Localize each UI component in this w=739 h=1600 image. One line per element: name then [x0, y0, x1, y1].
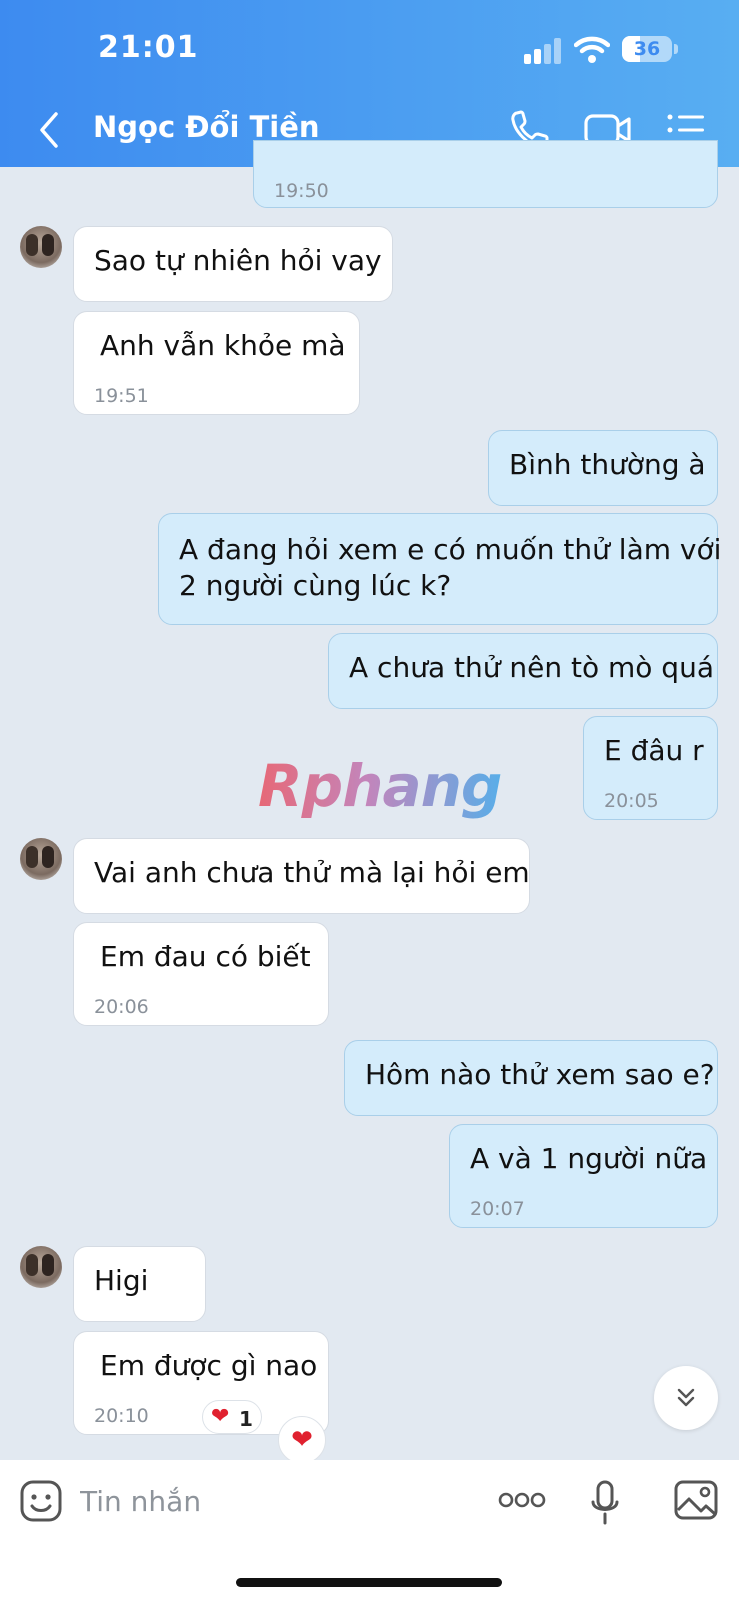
- message-text: Em đau có biết: [100, 940, 311, 973]
- message-time: 19:50: [274, 180, 329, 202]
- message-text: Anh vẫn khỏe mà: [100, 329, 346, 362]
- message-input[interactable]: [80, 1476, 460, 1526]
- message-composer: [0, 1460, 739, 1600]
- battery-indicator: 36: [622, 36, 672, 62]
- reaction-summary[interactable]: ❤ 1: [202, 1400, 262, 1434]
- message-bubble-outgoing[interactable]: Hôm nào thử xem sao e?: [344, 1040, 718, 1116]
- cellular-signal-icon: [524, 38, 561, 64]
- message-text: Higi: [94, 1264, 149, 1297]
- message-text: A chưa thử nên tò mò quá: [349, 651, 714, 684]
- microphone-icon[interactable]: [590, 1480, 620, 1526]
- sticker-icon[interactable]: [20, 1480, 62, 1522]
- message-text: A và 1 người nữa: [470, 1142, 708, 1175]
- battery-tip: [674, 44, 678, 54]
- heart-icon: ❤: [211, 1404, 230, 1429]
- message-text: Bình thường à: [509, 448, 706, 481]
- message-bubble-outgoing[interactable]: A chưa thử nên tò mò quá: [328, 633, 718, 709]
- image-icon[interactable]: [674, 1480, 718, 1520]
- contact-name[interactable]: Ngọc Đổi Tiền: [93, 110, 320, 144]
- message-text: Em được gì nao: [100, 1349, 318, 1382]
- contact-avatar[interactable]: [20, 838, 62, 880]
- back-button[interactable]: [32, 108, 68, 152]
- react-heart-button[interactable]: ❤: [278, 1416, 326, 1464]
- message-text: E đâu r: [604, 734, 704, 767]
- message-bubble-incoming[interactable]: Vai anh chưa thử mà lại hỏi em: [73, 838, 530, 914]
- home-indicator: [236, 1578, 502, 1587]
- message-time: 20:07: [470, 1198, 525, 1220]
- wifi-icon: [574, 36, 610, 63]
- message-bubble-incoming[interactable]: Em đau có biết 20:06: [73, 922, 329, 1026]
- reaction-count: 1: [239, 1407, 253, 1431]
- message-text: Sao tự nhiên hỏi vay: [94, 244, 382, 277]
- message-time: 20:06: [94, 996, 149, 1018]
- message-time: 19:51: [94, 385, 149, 407]
- scroll-to-bottom-button[interactable]: [654, 1366, 718, 1430]
- message-time: 20:10: [94, 1405, 149, 1427]
- status-time: 21:01: [98, 30, 199, 65]
- message-bubble-outgoing[interactable]: 19:50: [253, 140, 718, 208]
- message-bubble-outgoing[interactable]: Bình thường à: [488, 430, 718, 506]
- message-time: 20:05: [604, 790, 659, 812]
- contact-avatar[interactable]: [20, 226, 62, 268]
- message-text: Vai anh chưa thử mà lại hỏi em: [94, 856, 530, 889]
- message-text: A đang hỏi xem e có muốn thử làm với 2 n…: [179, 533, 722, 602]
- message-bubble-incoming[interactable]: Anh vẫn khỏe mà 19:51: [73, 311, 360, 415]
- watermark-logo: Rphang: [258, 752, 502, 820]
- more-dots-icon[interactable]: [498, 1488, 546, 1512]
- message-bubble-incoming[interactable]: Higi: [73, 1246, 206, 1322]
- message-bubble-outgoing[interactable]: E đâu r 20:05: [583, 716, 718, 820]
- message-bubble-incoming[interactable]: Sao tự nhiên hỏi vay: [73, 226, 393, 302]
- contact-avatar[interactable]: [20, 1246, 62, 1288]
- message-bubble-outgoing[interactable]: A đang hỏi xem e có muốn thử làm với 2 n…: [158, 513, 722, 625]
- message-bubble-outgoing[interactable]: A và 1 người nữa 20:07: [449, 1124, 718, 1228]
- message-text: Hôm nào thử xem sao e?: [365, 1058, 715, 1091]
- battery-percent: 36: [633, 38, 661, 60]
